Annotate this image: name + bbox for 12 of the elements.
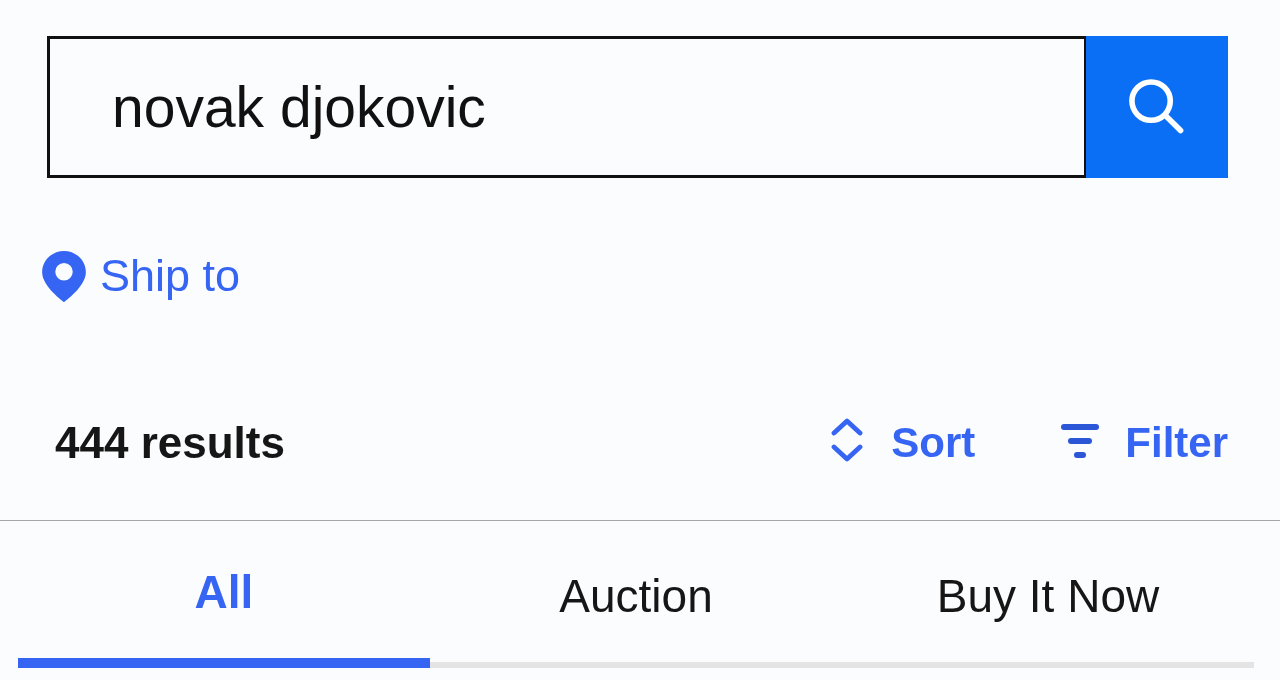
sort-button[interactable]: Sort — [829, 419, 976, 467]
search-field[interactable]: novak djokovic — [47, 36, 1086, 178]
ship-to-link[interactable]: Ship to — [42, 250, 241, 302]
results-count: 444 results — [55, 418, 285, 468]
filter-button[interactable]: Filter — [1061, 419, 1228, 467]
filter-icon — [1061, 424, 1100, 458]
search-button[interactable] — [1086, 36, 1228, 178]
tab[interactable]: Auction — [430, 525, 842, 668]
location-pin-icon — [42, 250, 86, 302]
tab[interactable]: Buy It Now — [842, 525, 1254, 668]
search-icon — [1129, 79, 1185, 135]
tab[interactable]: All — [18, 521, 430, 668]
